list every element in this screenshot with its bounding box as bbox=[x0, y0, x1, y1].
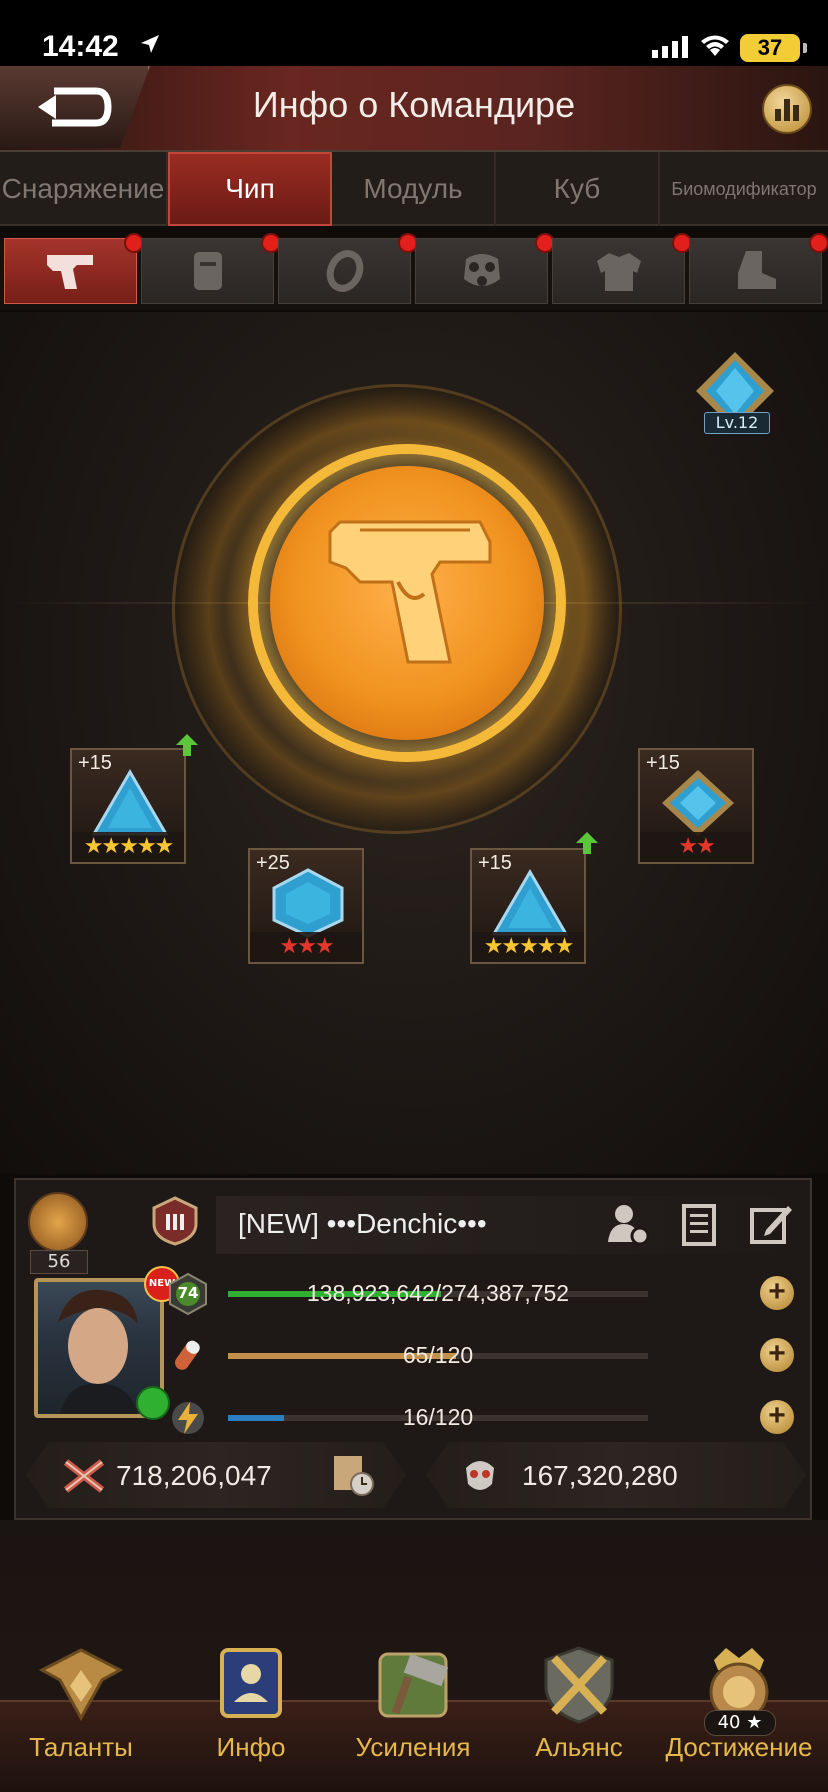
nav-label: Таланты bbox=[29, 1732, 133, 1762]
status-bar: 14:42 37 bbox=[0, 0, 828, 66]
slot-pistol[interactable] bbox=[4, 233, 144, 304]
battery-indicator: 37 bbox=[740, 34, 807, 62]
slot-armor[interactable] bbox=[552, 233, 692, 304]
document-icon[interactable] bbox=[674, 1200, 722, 1248]
swap-avatar-icon[interactable] bbox=[136, 1386, 170, 1420]
ring-icon bbox=[326, 250, 363, 292]
header-bar: Инфо о Командире bbox=[0, 66, 828, 152]
chip-slot-1[interactable]: +15 ★★★★★ bbox=[70, 748, 186, 864]
armor-icon bbox=[596, 253, 641, 291]
slot-gas-mask[interactable] bbox=[415, 233, 555, 304]
slot-vest[interactable] bbox=[141, 233, 281, 304]
energy-row: 16/120 + bbox=[166, 1396, 806, 1440]
slot-ring[interactable] bbox=[278, 233, 418, 304]
power-row: 718,206,047 167,320,280 bbox=[16, 1442, 814, 1508]
nav-info[interactable]: Инфо bbox=[176, 1640, 326, 1790]
chip-stars: ★★ bbox=[640, 832, 752, 862]
pistol-icon bbox=[46, 255, 93, 289]
tab-cube[interactable]: Куб bbox=[496, 152, 660, 226]
add-exp-button[interactable]: + bbox=[760, 1276, 794, 1310]
tab-bar: Снаряжение Чип Модуль Куб Биомодификатор bbox=[0, 152, 828, 226]
chip-slot-2[interactable]: +25 ★★★ bbox=[248, 848, 364, 964]
tab-equipment[interactable]: Снаряжение bbox=[0, 152, 168, 226]
energy-value: 16/120 bbox=[402, 1404, 474, 1430]
add-energy-button[interactable]: + bbox=[760, 1400, 794, 1434]
tab-module[interactable]: Модуль bbox=[332, 152, 496, 226]
location-arrow-icon bbox=[141, 35, 159, 53]
commander-profile-panel: 56 [NEW] •••Denchic••• NEW 74 138,923,64… bbox=[14, 1178, 812, 1520]
chip-diamond-icon bbox=[662, 770, 734, 836]
upgrade-arrow-icon bbox=[576, 832, 598, 854]
chip-stars: ★★★★★ bbox=[472, 932, 584, 962]
nav-boosts[interactable]: Усиления bbox=[338, 1640, 488, 1790]
nav-label: Усиления bbox=[355, 1732, 471, 1762]
boosts-icon bbox=[378, 1652, 449, 1718]
kills-count: 167,320,280 bbox=[522, 1460, 678, 1491]
vest-icon bbox=[193, 252, 222, 290]
nav-talents[interactable]: Таланты bbox=[6, 1640, 156, 1790]
wifi-icon bbox=[701, 35, 729, 56]
alert-dot bbox=[809, 233, 828, 253]
exp-value: 138,923,642/274,387,752 bbox=[306, 1280, 570, 1306]
chip-hexagon-icon bbox=[272, 868, 344, 938]
add-stamina-button[interactable]: + bbox=[760, 1338, 794, 1372]
nav-achievement[interactable]: 40 ★ Достижение bbox=[664, 1640, 814, 1790]
commander-name: [NEW] •••Denchic••• bbox=[238, 1208, 487, 1239]
chip-slot-4[interactable]: +15 ★★ bbox=[638, 748, 754, 864]
gas-mask-icon bbox=[463, 254, 500, 286]
tab-biomodifier[interactable]: Биомодификатор bbox=[660, 152, 828, 226]
nav-label: Достижение bbox=[665, 1732, 813, 1762]
power-details-icon[interactable] bbox=[330, 1452, 376, 1498]
rank-badge-icon[interactable] bbox=[28, 1192, 88, 1252]
stats-button[interactable] bbox=[762, 84, 812, 134]
talents-icon bbox=[38, 1648, 124, 1722]
block-user-icon[interactable] bbox=[604, 1200, 652, 1248]
stamina-value: 65/120 bbox=[402, 1342, 474, 1368]
equipment-level: Lv.12 bbox=[704, 412, 770, 434]
stamina-potion-icon bbox=[175, 1340, 200, 1370]
commander-power: 718,206,047 bbox=[116, 1460, 272, 1491]
chip-display-area: Lv.12 +15 ★★★★★ +25 ★★★ +15 ★★★★★ +15 ★★ bbox=[0, 312, 828, 1174]
slot-boot[interactable] bbox=[689, 233, 828, 304]
page-title: Инфо о Командире bbox=[252, 84, 576, 125]
alliance-icon bbox=[544, 1646, 614, 1724]
edit-icon[interactable] bbox=[746, 1200, 794, 1248]
chip-triangle-icon bbox=[491, 869, 569, 936]
boot-icon bbox=[737, 251, 776, 289]
exp-row: 74 138,923,642/274,387,752 + bbox=[166, 1272, 806, 1316]
pistol-emblem-icon bbox=[328, 520, 492, 664]
upgrade-arrow-icon bbox=[176, 734, 198, 756]
nav-alliance[interactable]: Альянс bbox=[504, 1640, 654, 1790]
tab-chip[interactable]: Чип bbox=[168, 152, 332, 226]
info-icon bbox=[220, 1648, 282, 1718]
stamina-row: 65/120 + bbox=[166, 1334, 806, 1378]
skull-mask-icon bbox=[466, 1461, 494, 1490]
equipment-slot-bar bbox=[0, 233, 828, 310]
crossed-guns-icon bbox=[63, 1459, 105, 1493]
chip-stars: ★★★★★ bbox=[72, 832, 184, 862]
player-level: 74 bbox=[177, 1284, 199, 1302]
rank-level: 56 bbox=[30, 1250, 88, 1274]
stats-icon bbox=[775, 109, 781, 121]
energy-bolt-icon bbox=[172, 1402, 204, 1434]
cellular-signal-icon bbox=[652, 36, 688, 58]
chip-triangle-icon bbox=[91, 769, 169, 836]
chip-slot-3[interactable]: +15 ★★★★★ bbox=[470, 848, 586, 964]
tier-shield-icon bbox=[152, 1196, 198, 1246]
status-time: 14:42 bbox=[42, 30, 119, 63]
chip-stars: ★★★ bbox=[250, 932, 362, 962]
